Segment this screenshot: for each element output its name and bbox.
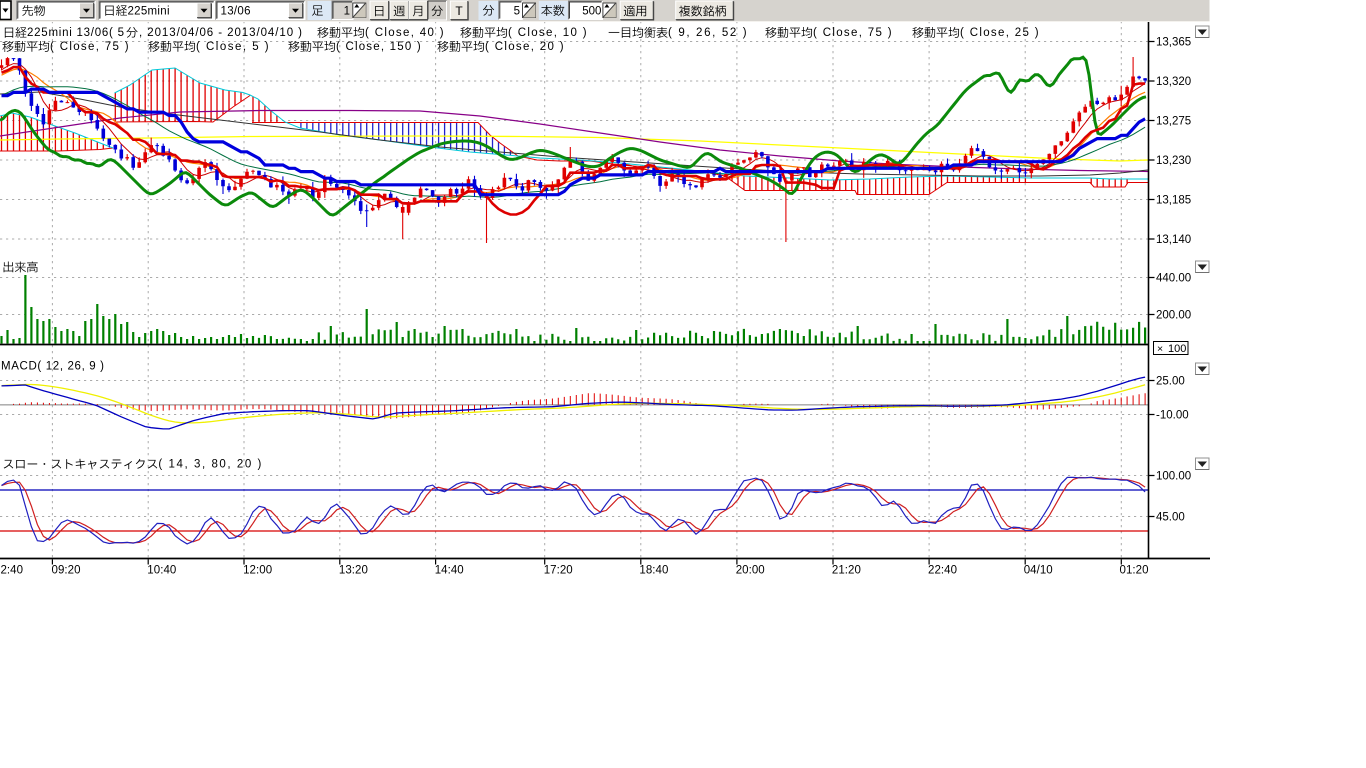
svg-text:( Close, 150 ): ( Close, 150 ) [336, 41, 421, 53]
svg-text:12:00: 12:00 [243, 565, 272, 577]
svg-text:01:20: 01:20 [1120, 565, 1149, 577]
svg-text:13,230: 13,230 [1156, 155, 1191, 167]
svg-text:14:40: 14:40 [435, 565, 464, 577]
svg-text:13,275: 13,275 [1156, 116, 1191, 128]
svg-text:×: × [1157, 343, 1163, 355]
svg-text:21:20: 21:20 [832, 565, 861, 577]
svg-text:13,185: 13,185 [1156, 195, 1191, 207]
svg-text:02:40: 02:40 [0, 565, 23, 577]
svg-text:1: 1 [344, 6, 350, 18]
svg-text:-10.00: -10.00 [1156, 410, 1189, 422]
svg-text:10:40: 10:40 [147, 565, 176, 577]
svg-text:5: 5 [514, 6, 520, 18]
svg-text:( Close, 75 ): ( Close, 75 ) [813, 27, 892, 39]
svg-text:100: 100 [1168, 343, 1186, 355]
svg-text:09:20: 09:20 [52, 565, 81, 577]
svg-text:( Close, 40 ): ( Close, 40 ) [365, 27, 444, 39]
svg-text:20:00: 20:00 [736, 565, 765, 577]
svg-text:( Close, 5 ): ( Close, 5 ) [196, 41, 269, 53]
svg-text:( Close, 25 ): ( Close, 25 ) [960, 27, 1039, 39]
svg-text:, 2013/04/06 - 2013/04/10 ): , 2013/04/06 - 2013/04/10 ) [139, 27, 302, 39]
svg-text:100.00: 100.00 [1156, 471, 1191, 483]
svg-text:22:40: 22:40 [928, 565, 957, 577]
svg-text:04/10: 04/10 [1024, 565, 1053, 577]
svg-text:T: T [455, 4, 463, 18]
svg-text:17:20: 17:20 [544, 565, 573, 577]
svg-text:500: 500 [582, 6, 601, 18]
svg-text:13,320: 13,320 [1156, 76, 1191, 88]
svg-text:200.00: 200.00 [1156, 310, 1191, 322]
svg-text:13,140: 13,140 [1156, 234, 1191, 246]
svg-text:13,365: 13,365 [1156, 37, 1191, 49]
svg-text:25.00: 25.00 [1156, 376, 1185, 388]
svg-text:18:40: 18:40 [639, 565, 668, 577]
svg-text:( Close, 75 ): ( Close, 75 ) [50, 41, 129, 53]
svg-text:( Close, 10 ): ( Close, 10 ) [508, 27, 587, 39]
svg-text:MACD( 12, 26, 9 ): MACD( 12, 26, 9 ) [1, 361, 104, 373]
svg-text:440.00: 440.00 [1156, 273, 1191, 285]
svg-text:45.00: 45.00 [1156, 512, 1185, 524]
svg-text:( 9, 26, 52 ): ( 9, 26, 52 ) [668, 27, 747, 39]
svg-text:225mini 13/06( 5: 225mini 13/06( 5 [27, 27, 124, 39]
svg-text:225mini: 225mini [128, 6, 170, 18]
svg-text:13/06: 13/06 [221, 6, 251, 18]
svg-text:13:20: 13:20 [339, 565, 368, 577]
svg-text:( Close, 20 ): ( Close, 20 ) [485, 41, 564, 53]
